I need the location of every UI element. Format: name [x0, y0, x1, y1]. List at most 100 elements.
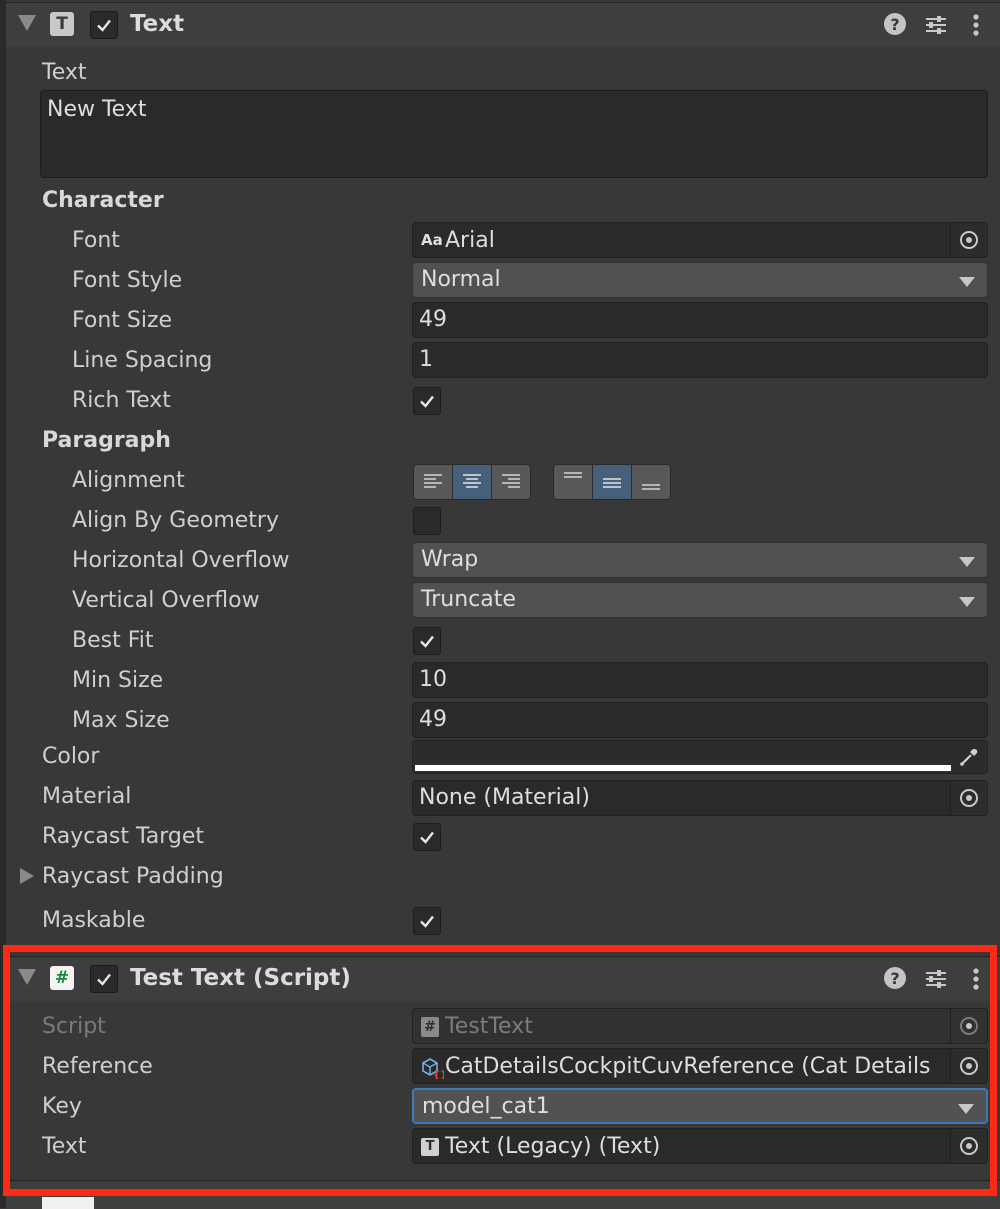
script-value: TestText: [445, 1014, 533, 1039]
material-picker-button[interactable]: [950, 781, 987, 815]
eyedropper-icon: [960, 749, 978, 766]
text-label: Text: [42, 60, 87, 85]
align-right-button[interactable]: [492, 465, 530, 499]
text-component-title: Text: [130, 11, 185, 37]
max-size-label: Max Size: [72, 708, 170, 733]
horizontal-overflow-value: Wrap: [421, 547, 479, 572]
check-icon: [97, 19, 111, 32]
text-component-header[interactable]: T Text ?: [6, 2, 1000, 47]
script-component-header[interactable]: # Test Text (Script) ?: [6, 956, 1000, 1001]
font-style-dropdown[interactable]: Normal: [412, 262, 988, 298]
dropdown-arrow-icon: [959, 557, 975, 567]
check-icon: [420, 395, 434, 408]
foldout-arrow-icon[interactable]: [18, 969, 36, 985]
dropdown-arrow-icon: [958, 1104, 974, 1114]
font-style-label: Font Style: [72, 268, 183, 293]
dropdown-arrow-icon: [959, 277, 975, 287]
material-preview-thumbnail: [42, 1197, 94, 1209]
reference-picker-button[interactable]: [950, 1049, 987, 1083]
align-by-geometry-label: Align By Geometry: [72, 508, 279, 533]
scriptable-object-icon: {}: [422, 1058, 444, 1079]
script-text-picker-button[interactable]: [950, 1129, 987, 1163]
object-picker-icon: [960, 1137, 978, 1155]
align-center-button[interactable]: [453, 465, 492, 499]
maskable-checkbox[interactable]: [413, 907, 441, 935]
align-middle-icon: [603, 478, 621, 488]
character-section-label: Character: [42, 188, 164, 213]
horizontal-overflow-label: Horizontal Overflow: [72, 548, 290, 573]
material-value: None (Material): [419, 785, 590, 810]
check-icon: [420, 831, 434, 844]
paragraph-section-label: Paragraph: [42, 428, 171, 453]
check-icon: [97, 973, 111, 986]
rich-text-label: Rich Text: [72, 388, 171, 413]
align-bottom-button[interactable]: [632, 465, 670, 499]
script-text-object-field[interactable]: T Text (Legacy) (Text): [412, 1128, 988, 1164]
raycast-padding-foldout-icon[interactable]: [20, 868, 34, 884]
check-icon: [420, 635, 434, 648]
max-size-field[interactable]: 49: [412, 702, 988, 738]
vertical-alignment-group: [553, 464, 671, 500]
align-middle-button[interactable]: [593, 465, 632, 499]
text-area[interactable]: New Text: [40, 90, 988, 178]
svg-text:{}: {}: [433, 1070, 444, 1079]
align-left-icon: [424, 474, 442, 488]
reference-label: Reference: [42, 1054, 153, 1079]
script-picker-button: [950, 1009, 987, 1043]
rich-text-checkbox[interactable]: [413, 387, 441, 415]
text-component-icon: T: [50, 12, 74, 36]
font-object-field[interactable]: Aa Arial: [412, 222, 988, 258]
best-fit-checkbox[interactable]: [413, 627, 441, 655]
min-size-field[interactable]: 10: [412, 662, 988, 698]
horizontal-overflow-dropdown[interactable]: Wrap: [412, 542, 988, 578]
reference-object-field[interactable]: {} CatDetailsCockpitCuvReference (Cat De…: [412, 1048, 988, 1084]
left-gutter: [0, 0, 6, 1208]
color-swatch: [415, 765, 951, 771]
text-component-enabled-checkbox[interactable]: [90, 11, 118, 39]
line-spacing-field[interactable]: 1: [412, 342, 988, 378]
kebab-menu-icon[interactable]: [966, 11, 986, 39]
color-label: Color: [42, 744, 100, 769]
raycast-padding-label[interactable]: Raycast Padding: [42, 863, 224, 891]
key-value: model_cat1: [422, 1094, 550, 1119]
help-icon[interactable]: ?: [884, 13, 906, 35]
horizontal-alignment-group: [413, 464, 531, 500]
presets-icon[interactable]: [924, 967, 948, 991]
script-text-value: Text (Legacy) (Text): [445, 1134, 661, 1159]
font-picker-button[interactable]: [950, 223, 987, 257]
object-picker-icon: [960, 231, 978, 249]
best-fit-label: Best Fit: [72, 628, 154, 653]
dropdown-arrow-icon: [959, 597, 975, 607]
align-center-icon: [463, 474, 481, 488]
object-picker-icon: [960, 1017, 978, 1035]
align-top-button[interactable]: [554, 465, 593, 499]
material-object-field[interactable]: None (Material): [412, 780, 988, 816]
key-dropdown[interactable]: model_cat1: [412, 1088, 988, 1124]
reference-value: CatDetailsCockpitCuvReference (Cat Detai…: [445, 1054, 931, 1079]
material-label: Material: [42, 784, 132, 809]
raycast-target-checkbox[interactable]: [413, 823, 441, 851]
maskable-label: Maskable: [42, 908, 146, 933]
script-object-field: # TestText: [412, 1008, 988, 1044]
font-asset-icon: Aa: [421, 231, 443, 249]
vertical-overflow-value: Truncate: [421, 587, 516, 612]
align-bottom-icon: [642, 484, 660, 490]
script-asset-icon: #: [421, 1017, 439, 1037]
align-by-geometry-checkbox[interactable]: [413, 507, 441, 535]
text-component-small-icon: T: [421, 1138, 439, 1156]
key-label: Key: [42, 1094, 82, 1119]
font-size-field[interactable]: 49: [412, 302, 988, 338]
object-picker-icon: [960, 789, 978, 807]
presets-icon[interactable]: [924, 13, 948, 37]
font-size-label: Font Size: [72, 308, 173, 333]
script-label: Script: [42, 1014, 106, 1039]
help-icon[interactable]: ?: [884, 967, 906, 989]
kebab-menu-icon[interactable]: [966, 965, 986, 993]
align-left-button[interactable]: [414, 465, 453, 499]
foldout-arrow-icon[interactable]: [18, 15, 36, 31]
vertical-overflow-dropdown[interactable]: Truncate: [412, 582, 988, 618]
script-component-enabled-checkbox[interactable]: [90, 965, 118, 993]
color-field[interactable]: [412, 740, 988, 774]
script-text-label: Text: [42, 1134, 87, 1159]
eyedropper-button[interactable]: [951, 741, 987, 773]
